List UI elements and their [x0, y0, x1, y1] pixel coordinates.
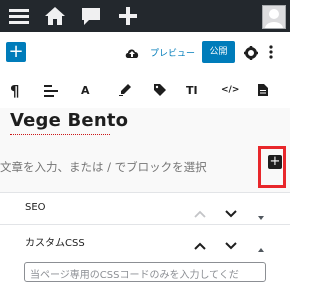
publish-button[interactable]: 公開: [202, 41, 235, 63]
document-icon[interactable]: [258, 84, 268, 99]
tag-icon[interactable]: [154, 84, 166, 99]
spellcheck-underline: [10, 134, 110, 135]
caret-up-icon[interactable]: [258, 237, 264, 256]
admin-bar: [0, 0, 290, 32]
paragraph-icon[interactable]: ¶: [10, 82, 20, 100]
editor-header: + プレビュー 公開: [0, 32, 290, 77]
cloud-upload-icon[interactable]: [124, 45, 140, 64]
chevron-up-icon[interactable]: [194, 235, 206, 254]
add-block-button[interactable]: +: [6, 42, 26, 62]
custom-css-placeholder: 当ページ専用のCSSコードのみを入力してくだ: [30, 270, 239, 281]
post-title[interactable]: Vege Bento: [10, 110, 128, 131]
highlight-box: [258, 146, 286, 188]
plus-icon[interactable]: [117, 5, 139, 31]
caret-down-icon[interactable]: [258, 205, 264, 224]
home-icon[interactable]: [44, 5, 66, 31]
code-icon[interactable]: </>: [221, 85, 239, 95]
comment-icon[interactable]: [80, 5, 102, 31]
block-toolbar: ¶ A TI </>: [0, 76, 290, 109]
block-placeholder[interactable]: 文章を入力、または / でブロックを選択: [0, 159, 207, 175]
chevron-down-icon[interactable]: [225, 203, 237, 222]
seo-panel-title: SEO: [25, 202, 46, 213]
gear-icon[interactable]: [244, 45, 258, 64]
menu-icon[interactable]: [8, 5, 30, 31]
more-vertical-icon[interactable]: [268, 44, 274, 64]
chevron-up-icon[interactable]: [194, 203, 206, 222]
custom-css-panel-title: カスタムCSS: [25, 238, 85, 249]
editor-canvas: Vege Bento 文章を入力、または / でブロックを選択: [0, 108, 290, 192]
custom-css-panel-header[interactable]: カスタムCSS: [0, 224, 290, 257]
meta-panels: SEO カスタムCSS 当ページ専用のCSSコードのみを入力してくだ: [0, 192, 290, 282]
avatar[interactable]: [262, 5, 286, 29]
preview-button[interactable]: プレビュー: [150, 46, 195, 59]
align-icon[interactable]: [44, 85, 58, 100]
chevron-down-icon[interactable]: [225, 235, 237, 254]
custom-css-textarea[interactable]: 当ページ専用のCSSコードのみを入力してくだ: [24, 262, 266, 282]
text-color-icon[interactable]: A: [81, 84, 90, 97]
marker-icon[interactable]: [119, 84, 131, 99]
seo-panel-header[interactable]: SEO: [0, 192, 290, 225]
text-size-icon[interactable]: TI: [186, 84, 198, 97]
